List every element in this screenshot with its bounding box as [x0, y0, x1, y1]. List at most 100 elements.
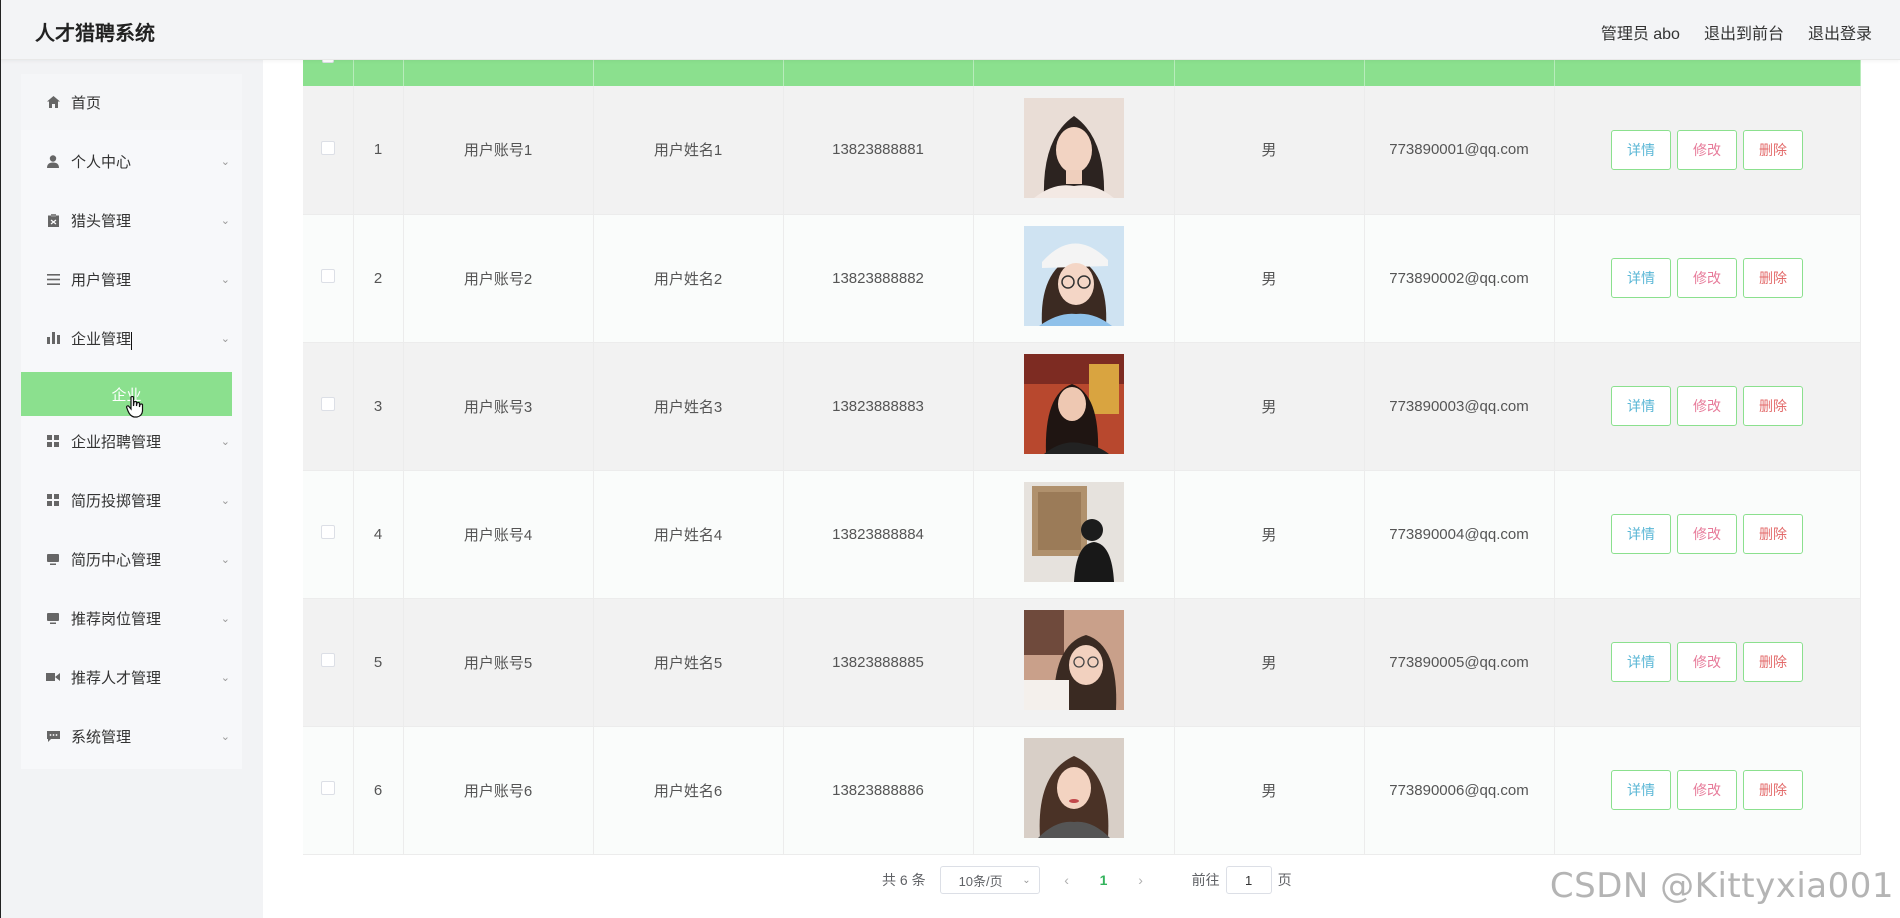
edit-button[interactable]: 修改 — [1677, 514, 1737, 554]
email: 773890004@qq.com — [1364, 470, 1555, 599]
list-icon — [46, 272, 60, 286]
gender: 男 — [1174, 470, 1365, 599]
sidebar-item-label: 推荐人才管理 — [71, 669, 162, 687]
row-checkbox[interactable] — [320, 140, 335, 155]
sidebar-item-label: 首页 — [71, 94, 102, 112]
table-row: 1 用户账号1 用户姓名1 13823888881 男 773890001@qq… — [303, 86, 1861, 215]
logout-link[interactable]: 退出登录 — [1808, 20, 1872, 44]
row-checkbox[interactable] — [320, 397, 335, 411]
gender: 男 — [1174, 598, 1365, 727]
user-name: 用户姓名1 — [593, 86, 784, 215]
user-name: 用户姓名2 — [593, 214, 784, 343]
avatar — [1023, 610, 1124, 710]
pagination: 共 6 条 10条/页 ⌄ ‹ 1 › 前往 页 — [882, 866, 1292, 894]
next-page-icon[interactable]: › — [1126, 872, 1156, 888]
sidebar-item-user-management[interactable]: 用户管理 ⌄ — [21, 251, 242, 307]
row-checkbox[interactable] — [320, 653, 335, 667]
monitor-icon — [46, 611, 60, 625]
detail-button[interactable]: 详情 — [1611, 258, 1671, 298]
video-icon — [46, 670, 60, 684]
edit-button[interactable]: 修改 — [1677, 258, 1737, 298]
sidebar-item-label: 猎头管理 — [71, 212, 132, 230]
text-caret — [131, 332, 132, 350]
user-account: 用户账号6 — [403, 726, 594, 855]
row-index: 5 — [353, 598, 404, 727]
sidebar-item-resume-center[interactable]: 简历中心管理 ⌄ — [21, 531, 242, 587]
page-size-value: 10条/页 — [958, 873, 1003, 889]
delete-button[interactable]: 删除 — [1743, 386, 1803, 426]
email: 773890006@qq.com — [1364, 726, 1555, 855]
detail-button[interactable]: 详情 — [1611, 514, 1671, 554]
chevron-down-icon: ⌄ — [220, 494, 230, 507]
home-icon — [46, 95, 60, 109]
row-checkbox[interactable] — [320, 269, 335, 283]
user-name: 用户姓名4 — [593, 470, 784, 599]
edit-button[interactable]: 修改 — [1677, 129, 1737, 170]
chevron-down-icon: ⌄ — [220, 155, 230, 168]
user-account: 用户账号5 — [403, 598, 594, 727]
sidebar-item-headhunter[interactable]: 猎头管理 ⌄ — [21, 192, 242, 248]
pagination-total: 共 6 条 — [882, 872, 926, 888]
goto-suffix: 页 — [1277, 872, 1292, 888]
sidebar-item-personal-center[interactable]: 个人中心 ⌄ — [21, 133, 242, 189]
phone-number: 13823888886 — [783, 726, 974, 855]
user-name: 用户姓名5 — [593, 598, 784, 727]
email: 773890005@qq.com — [1364, 598, 1555, 727]
goto-label: 前往 — [1191, 872, 1220, 888]
phone-number: 13823888884 — [783, 470, 974, 599]
sidebar-item-recommended-talent[interactable]: 推荐人才管理 ⌄ — [21, 649, 242, 705]
chevron-down-icon: ⌄ — [220, 553, 230, 566]
goto-page-input[interactable] — [1225, 866, 1272, 894]
sidebar-item-label: 简历中心管理 — [71, 551, 162, 569]
row-index: 6 — [353, 726, 404, 855]
user-account: 用户账号3 — [403, 342, 594, 471]
sidebar-item-resume-submission[interactable]: 简历投掷管理 ⌄ — [21, 472, 242, 528]
detail-button[interactable]: 详情 — [1611, 129, 1671, 170]
watermark: CSDN @Kittyxia001 — [1549, 866, 1894, 906]
user-account: 用户账号1 — [403, 86, 594, 215]
message-icon — [46, 729, 60, 743]
sidebar-item-system-management[interactable]: 系统管理 ⌄ — [21, 708, 242, 764]
email: 773890001@qq.com — [1364, 86, 1555, 215]
row-index: 3 — [353, 342, 404, 471]
row-checkbox[interactable] — [320, 525, 335, 539]
sidebar-item-home[interactable]: 首页 — [21, 74, 242, 130]
avatar — [1023, 97, 1124, 198]
detail-button[interactable]: 详情 — [1611, 642, 1671, 682]
edit-button[interactable]: 修改 — [1677, 642, 1737, 682]
phone-number: 13823888881 — [783, 86, 974, 215]
delete-button[interactable]: 删除 — [1743, 642, 1803, 682]
delete-button[interactable]: 删除 — [1743, 770, 1803, 810]
page-size-select[interactable]: 10条/页 ⌄ — [939, 866, 1040, 894]
gender: 男 — [1174, 86, 1365, 215]
delete-button[interactable]: 删除 — [1743, 258, 1803, 298]
chevron-down-icon: ⌄ — [220, 730, 230, 743]
prev-page-icon[interactable]: ‹ — [1052, 872, 1082, 888]
sidebar-item-label: 系统管理 — [71, 728, 132, 746]
sidebar-item-recommended-jobs[interactable]: 推荐岗位管理 ⌄ — [21, 590, 242, 646]
edit-button[interactable]: 修改 — [1677, 770, 1737, 810]
avatar — [1023, 482, 1124, 582]
avatar — [1023, 354, 1124, 454]
chevron-down-icon: ⌄ — [220, 671, 230, 684]
table-row: 6 用户账号6 用户姓名6 13823888886 男 773890006@qq… — [303, 726, 1861, 855]
edit-button[interactable]: 修改 — [1677, 386, 1737, 426]
detail-button[interactable]: 详情 — [1611, 386, 1671, 426]
back-to-frontend-link[interactable]: 退出到前台 — [1704, 20, 1784, 44]
gender: 男 — [1174, 214, 1365, 343]
delete-button[interactable]: 删除 — [1743, 514, 1803, 554]
chevron-down-icon: ⌄ — [220, 435, 230, 448]
chevron-up-icon: ⌄ — [220, 332, 230, 345]
detail-button[interactable]: 详情 — [1611, 770, 1671, 810]
row-index: 2 — [353, 214, 404, 343]
sidebar-item-label: 企业管理 — [71, 330, 132, 348]
chevron-down-icon: ⌄ — [220, 214, 230, 227]
delete-button[interactable]: 删除 — [1743, 129, 1803, 170]
page-number-current[interactable]: 1 — [1094, 872, 1114, 888]
row-checkbox[interactable] — [320, 781, 335, 795]
sidebar-item-label: 用户管理 — [71, 271, 132, 289]
table-row: 2 用户账号2 用户姓名2 13823888882 男 773890002@qq… — [303, 214, 1861, 343]
phone-number: 13823888885 — [783, 598, 974, 727]
admin-user-link[interactable]: 管理员 abo — [1601, 20, 1680, 44]
avatar — [1023, 738, 1124, 838]
